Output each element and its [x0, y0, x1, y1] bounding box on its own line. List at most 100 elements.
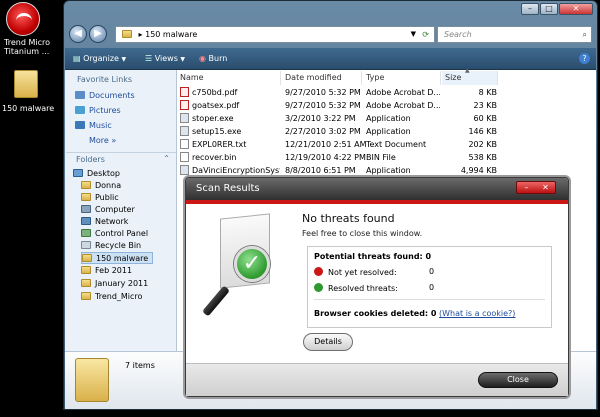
- pictures-icon: [75, 106, 85, 114]
- tree-item-label: Trend_Micro: [95, 292, 143, 301]
- tree-item-recycle-bin[interactable]: Recycle Bin: [81, 240, 141, 252]
- file-row[interactable]: setup15.exe 2/27/2010 3:02 PM Applicatio…: [177, 125, 596, 138]
- potential-threats-label: Potential threats found: 0: [314, 252, 432, 261]
- favorite-links-heading: Favorite Links: [77, 75, 133, 84]
- file-row[interactable]: goatsex.pdf 9/27/2010 5:32 PM Adobe Acro…: [177, 99, 596, 112]
- file-name-text: DaVinciEncryptionSyst...: [192, 166, 280, 175]
- file-date: 3/2/2010 3:22 PM: [285, 114, 356, 123]
- what-is-cookie-link[interactable]: (What is a cookie?): [439, 309, 515, 318]
- favorite-link-music[interactable]: Music: [75, 121, 112, 130]
- tree-item-desktop[interactable]: Desktop: [73, 168, 120, 180]
- folders-heading[interactable]: Folders ⌃: [66, 152, 176, 166]
- music-icon: [75, 121, 85, 129]
- maximize-button[interactable]: □: [540, 3, 558, 15]
- tree-item-public[interactable]: Public: [81, 192, 119, 204]
- chevron-down-icon: ▼: [121, 56, 127, 63]
- tree-item-trend-micro[interactable]: Trend_Micro: [81, 291, 142, 303]
- scan-complete-illustration-icon: ✓: [202, 213, 286, 326]
- file-row[interactable]: DaVinciEncryptionSyst... 8/8/2010 6:51 P…: [177, 164, 596, 177]
- text-file-icon: [180, 139, 189, 149]
- resolved-threats-row: Resolved threats: 0: [314, 283, 544, 293]
- file-name-text: setup15.exe: [192, 127, 242, 136]
- recycle-bin-icon: [81, 241, 91, 249]
- search-icon[interactable]: ⌕: [583, 27, 587, 42]
- back-button[interactable]: ◀: [69, 25, 87, 43]
- file-type: Application: [366, 127, 411, 136]
- result-heading: No threats found: [302, 212, 395, 225]
- file-name-text: EXPL0RER.txt: [192, 140, 247, 149]
- tree-item-150-malware[interactable]: 150 malware: [81, 252, 154, 264]
- column-header-size[interactable]: Size: [442, 71, 498, 85]
- organize-button[interactable]: ▤ Organize ▼: [73, 53, 126, 65]
- file-name: c750bd.pdf: [180, 86, 280, 99]
- desktop-icon-label: Trend Micro: [4, 38, 50, 47]
- computer-icon: [81, 205, 91, 213]
- sort-indicator-icon: ▲: [465, 67, 470, 74]
- trend-micro-desktop-icon[interactable]: Trend Micro Titanium ...: [4, 2, 60, 56]
- chevron-up-icon: ⌃: [163, 154, 170, 163]
- file-row[interactable]: c750bd.pdf 9/27/2010 5:32 PM Adobe Acrob…: [177, 86, 596, 99]
- address-bar[interactable]: ▸ 150 malware ▼ ⟳: [115, 26, 435, 43]
- burn-disc-icon: ◉: [199, 54, 206, 63]
- file-type: Adobe Acrobat D...: [366, 88, 440, 97]
- forward-button[interactable]: ▶: [89, 25, 107, 43]
- tree-item-label: Donna: [95, 181, 122, 190]
- accent-bar: [186, 200, 568, 204]
- tree-item-label: Desktop: [87, 169, 120, 178]
- cookies-deleted-label: Browser cookies deleted: 0: [314, 309, 437, 318]
- file-size: 146 KB: [468, 127, 497, 136]
- favorite-link-documents[interactable]: Documents: [75, 91, 135, 100]
- tree-item-donna[interactable]: Donna: [81, 180, 121, 192]
- file-name-text: c750bd.pdf: [192, 88, 238, 97]
- command-bar: ▤ Organize ▼ ☰ Views ▼ ◉ Burn ?: [65, 48, 596, 70]
- navigation-pane: Favorite Links Documents Pictures Music …: [65, 70, 177, 351]
- column-header-name[interactable]: Name: [177, 71, 281, 85]
- file-name: EXPL0RER.txt: [180, 138, 280, 151]
- file-row[interactable]: recover.bin 12/19/2010 4:22 PM BIN File …: [177, 151, 596, 164]
- folder-icon: [82, 254, 92, 262]
- file-row[interactable]: EXPL0RER.txt 12/21/2010 2:51 AM Text Doc…: [177, 138, 596, 151]
- tree-item-label: 150 malware: [96, 254, 149, 263]
- tree-item-january-2011[interactable]: January 2011: [81, 278, 148, 290]
- desktop-icon: [73, 169, 83, 177]
- malware-folder-desktop-icon[interactable]: 150 malware: [2, 70, 60, 113]
- file-date: 12/19/2010 4:22 PM: [285, 153, 366, 162]
- close-icon[interactable]: ✕: [536, 182, 555, 193]
- control-panel-icon: [81, 229, 91, 237]
- tree-item-label: Computer: [95, 205, 135, 214]
- divider: [314, 299, 545, 300]
- application-file-icon: [180, 165, 189, 175]
- file-size: 538 KB: [468, 153, 497, 162]
- tree-item-network[interactable]: Network: [81, 216, 128, 228]
- tree-item-label: Public: [95, 193, 119, 202]
- column-header-date-modified[interactable]: Date modified: [282, 71, 362, 85]
- refresh-icon[interactable]: ⟳: [422, 27, 429, 42]
- minimize-button[interactable]: –: [517, 182, 536, 193]
- file-name: stoper.exe: [180, 112, 280, 125]
- close-button[interactable]: Close: [478, 372, 558, 388]
- favorite-link-label: Documents: [89, 91, 135, 100]
- more-link[interactable]: More »: [89, 136, 116, 145]
- window-controls: – □ ✕: [521, 3, 593, 15]
- cookies-row: Browser cookies deleted: 0 (What is a co…: [314, 309, 515, 318]
- file-row[interactable]: stoper.exe 3/2/2010 3:22 PM Application …: [177, 112, 596, 125]
- favorite-link-pictures[interactable]: Pictures: [75, 106, 121, 115]
- network-icon: [81, 217, 91, 225]
- tree-item-computer[interactable]: Computer: [81, 204, 135, 216]
- help-icon[interactable]: ?: [579, 53, 590, 64]
- chevron-down-icon[interactable]: ▼: [411, 27, 416, 42]
- views-button[interactable]: ☰ Views ▼: [145, 53, 185, 65]
- threat-summary-panel: Potential threats found: 0 Not yet resol…: [307, 246, 552, 328]
- minimize-button[interactable]: –: [521, 3, 539, 15]
- column-header-type[interactable]: Type: [363, 71, 441, 85]
- tree-item-feb-2011[interactable]: Feb 2011: [81, 265, 132, 277]
- details-button[interactable]: Details: [303, 333, 353, 351]
- tree-item-control-panel[interactable]: Control Panel: [81, 228, 148, 240]
- application-file-icon: [180, 113, 189, 123]
- burn-button[interactable]: ◉ Burn: [199, 53, 227, 64]
- search-input[interactable]: Search ⌕: [437, 26, 592, 43]
- close-button[interactable]: ✕: [559, 3, 593, 15]
- file-type: BIN File: [366, 153, 396, 162]
- address-text: 150 malware: [145, 30, 198, 39]
- views-icon: ☰: [145, 54, 153, 63]
